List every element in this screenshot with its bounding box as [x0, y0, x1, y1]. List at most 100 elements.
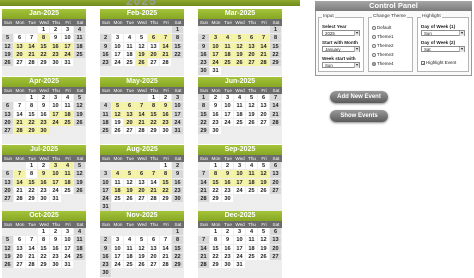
day-cell[interactable]: 10 — [222, 102, 234, 111]
day-cell[interactable]: 7 — [26, 34, 38, 43]
day-cell[interactable]: 22 — [172, 50, 184, 60]
day-cell[interactable]: 14 — [160, 42, 172, 51]
day-cell[interactable]: 2 — [50, 26, 62, 35]
day-cell[interactable]: 1 — [210, 228, 222, 237]
day-cell[interactable]: 30 — [198, 67, 210, 76]
day-cell[interactable]: 4 — [100, 102, 112, 111]
day-cell[interactable]: 12 — [74, 102, 86, 111]
day-cell[interactable]: 11 — [222, 42, 234, 51]
day-cell[interactable]: 7 — [14, 170, 26, 179]
day-cell[interactable]: 22 — [270, 50, 282, 60]
day-cell[interactable]: 27 — [136, 195, 148, 204]
day-cell[interactable]: 17 — [100, 186, 112, 196]
day-cell[interactable]: 3 — [210, 34, 222, 43]
day-cell[interactable]: 22 — [210, 186, 222, 196]
day-cell[interactable]: 12 — [124, 178, 136, 187]
day-cell[interactable]: 2 — [38, 94, 50, 103]
day-cell[interactable]: 10 — [50, 170, 62, 179]
day-cell[interactable]: 20 — [246, 50, 258, 60]
day-cell[interactable]: 1 — [198, 94, 210, 103]
day-cell[interactable]: 15 — [148, 110, 160, 119]
day-cell[interactable]: 5 — [246, 94, 258, 103]
day-cell[interactable]: 22 — [26, 118, 38, 128]
day-cell[interactable]: 26 — [258, 252, 270, 262]
day-cell[interactable]: 14 — [148, 178, 160, 187]
day-cell[interactable]: 8 — [198, 102, 210, 111]
day-cell[interactable]: 13 — [148, 42, 160, 51]
day-cell[interactable]: 11 — [124, 244, 136, 253]
day-cell[interactable]: 31 — [62, 261, 74, 270]
day-cell[interactable]: 6 — [136, 170, 148, 179]
day-cell[interactable]: 30 — [38, 127, 50, 136]
day-cell[interactable]: 2 — [100, 34, 112, 43]
day-cell[interactable]: 28 — [270, 118, 282, 128]
day-cell[interactable]: 19 — [74, 178, 86, 187]
day-cell[interactable]: 26 — [124, 195, 136, 204]
day-cell[interactable]: 26 — [136, 261, 148, 270]
day-cell[interactable]: 18 — [246, 178, 258, 187]
day-cell[interactable]: 19 — [136, 50, 148, 60]
day-cell[interactable]: 10 — [112, 244, 124, 253]
day-cell[interactable]: 24 — [234, 252, 246, 262]
day-cell[interactable]: 5 — [2, 34, 14, 43]
day-cell[interactable]: 4 — [222, 34, 234, 43]
day-cell[interactable]: 10 — [112, 42, 124, 51]
day-cell[interactable]: 11 — [246, 236, 258, 245]
day-cell[interactable]: 31 — [234, 261, 246, 270]
day-cell[interactable]: 30 — [100, 269, 112, 278]
day-cell[interactable]: 23 — [172, 186, 184, 196]
day-cell[interactable]: 14 — [198, 178, 210, 187]
day-cell[interactable]: 20 — [124, 118, 136, 128]
day-cell[interactable]: 22 — [160, 186, 172, 196]
day-cell[interactable]: 31 — [210, 67, 222, 76]
day-cell[interactable]: 18 — [62, 110, 74, 119]
dow2-select[interactable]: Sat ▼ — [421, 46, 465, 52]
day-cell[interactable]: 15 — [172, 244, 184, 253]
day-cell[interactable]: 17 — [50, 110, 62, 119]
day-cell[interactable]: 12 — [258, 170, 270, 179]
day-cell[interactable]: 26 — [258, 186, 270, 196]
day-cell[interactable]: 8 — [26, 102, 38, 111]
day-cell[interactable]: 29 — [26, 127, 38, 136]
day-cell[interactable]: 8 — [172, 34, 184, 43]
day-cell[interactable]: 2 — [210, 94, 222, 103]
day-cell[interactable]: 10 — [172, 102, 184, 111]
day-cell[interactable]: 13 — [2, 178, 14, 187]
day-cell[interactable]: 23 — [210, 118, 222, 128]
day-cell[interactable]: 19 — [2, 50, 14, 60]
day-cell[interactable]: 3 — [234, 228, 246, 237]
day-cell[interactable]: 30 — [50, 261, 62, 270]
day-cell[interactable]: 21 — [14, 186, 26, 196]
day-cell[interactable]: 8 — [210, 170, 222, 179]
day-cell[interactable]: 9 — [160, 102, 172, 111]
day-cell[interactable]: 15 — [26, 110, 38, 119]
day-cell[interactable]: 9 — [38, 102, 50, 111]
day-cell[interactable]: 2 — [100, 236, 112, 245]
day-cell[interactable]: 26 — [136, 59, 148, 68]
day-cell[interactable]: 26 — [246, 118, 258, 128]
day-cell[interactable]: 28 — [160, 261, 172, 270]
day-cell[interactable]: 31 — [62, 59, 74, 68]
day-cell[interactable]: 18 — [222, 50, 234, 60]
day-cell[interactable]: 27 — [14, 261, 26, 270]
day-cell[interactable]: 15 — [26, 178, 38, 187]
day-cell[interactable]: 19 — [2, 252, 14, 262]
day-cell[interactable]: 11 — [62, 170, 74, 179]
day-cell[interactable]: 4 — [74, 26, 86, 35]
day-cell[interactable]: 3 — [112, 34, 124, 43]
day-cell[interactable]: 16 — [222, 178, 234, 187]
day-cell[interactable]: 27 — [124, 127, 136, 136]
day-cell[interactable]: 17 — [222, 110, 234, 119]
day-cell[interactable]: 25 — [74, 252, 86, 262]
day-cell[interactable]: 7 — [270, 94, 282, 103]
day-cell[interactable]: 2 — [38, 162, 50, 171]
day-cell[interactable]: 26 — [2, 261, 14, 270]
day-cell[interactable]: 10 — [62, 236, 74, 245]
add-new-event-button[interactable]: Add New Event — [330, 91, 388, 103]
day-cell[interactable]: 8 — [270, 34, 282, 43]
day-cell[interactable]: 9 — [210, 102, 222, 111]
year-select[interactable]: 2025 ▼ — [322, 30, 360, 36]
day-cell[interactable]: 30 — [160, 127, 172, 136]
day-cell[interactable]: 22 — [210, 252, 222, 262]
day-cell[interactable]: 23 — [38, 186, 50, 196]
